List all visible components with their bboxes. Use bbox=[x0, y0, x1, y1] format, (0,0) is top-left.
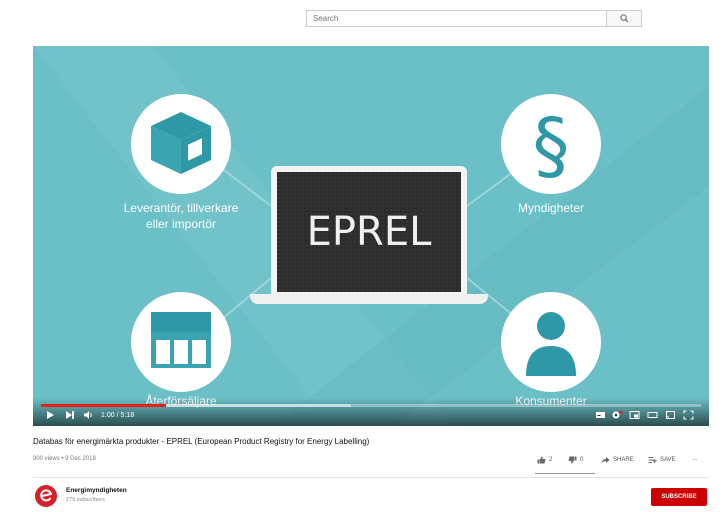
channel-name[interactable]: Energimyndigheten bbox=[66, 487, 127, 494]
time-display: 1:00 / 5:18 bbox=[101, 411, 135, 419]
next-button[interactable] bbox=[65, 408, 75, 422]
supplier-icon bbox=[131, 94, 231, 194]
save-button[interactable]: SAVE bbox=[648, 456, 676, 464]
miniplayer-icon bbox=[629, 411, 640, 419]
share-button[interactable]: SHARE bbox=[601, 456, 634, 464]
search-icon bbox=[619, 14, 628, 23]
energimyndigheten-logo-icon bbox=[40, 489, 53, 502]
theater-icon bbox=[647, 412, 658, 418]
paragraph-icon: § bbox=[501, 94, 601, 194]
laptop-display: EPREL bbox=[277, 172, 461, 292]
divider bbox=[33, 477, 709, 478]
like-ratio-bar bbox=[535, 473, 595, 474]
play-icon bbox=[47, 411, 54, 419]
video-title: Databas för energimärkta produkter - EPR… bbox=[33, 437, 370, 446]
dislike-button[interactable]: 0 bbox=[568, 456, 583, 464]
progress-bar[interactable] bbox=[41, 404, 701, 407]
store-icon bbox=[131, 292, 231, 392]
cast-icon bbox=[666, 411, 675, 419]
share-icon bbox=[601, 457, 610, 464]
subscribe-button[interactable]: SUBSCRIBE bbox=[651, 488, 707, 506]
cast-button[interactable] bbox=[665, 408, 676, 422]
more-icon: ... bbox=[692, 456, 698, 462]
volume-icon bbox=[84, 411, 92, 419]
thumbs-down-icon bbox=[568, 456, 577, 464]
video-player[interactable]: § Leverantör, tillverkare eller importör… bbox=[33, 46, 709, 426]
subscriber-count: 279 subscribers bbox=[66, 497, 105, 503]
theater-mode-button[interactable] bbox=[647, 408, 658, 422]
more-actions-button[interactable]: ... bbox=[692, 456, 697, 462]
video-meta: 900 views • 9 Dec 2018 bbox=[33, 456, 96, 462]
laptop-screen: EPREL bbox=[271, 166, 467, 294]
play-button[interactable] bbox=[45, 408, 55, 422]
eprel-text: EPREL bbox=[306, 209, 432, 255]
authorities-label: Myndigheter bbox=[517, 201, 585, 215]
fullscreen-icon bbox=[683, 410, 694, 420]
settings-button[interactable] bbox=[611, 408, 623, 422]
top-bar bbox=[0, 0, 723, 38]
gear-icon bbox=[612, 411, 623, 419]
progress-played bbox=[41, 404, 167, 407]
thumbs-up-icon bbox=[537, 456, 546, 464]
like-button[interactable]: 2 bbox=[537, 456, 552, 464]
search-button[interactable] bbox=[607, 10, 642, 27]
search-input[interactable] bbox=[306, 10, 607, 27]
player-controls bbox=[33, 398, 709, 426]
svg-text:§: § bbox=[533, 103, 570, 189]
like-count: 2 bbox=[549, 457, 553, 463]
dislike-count: 0 bbox=[580, 457, 584, 463]
next-icon bbox=[66, 411, 74, 419]
save-label: SAVE bbox=[660, 457, 676, 463]
fullscreen-button[interactable] bbox=[683, 408, 694, 422]
laptop-base bbox=[250, 294, 488, 304]
person-icon bbox=[501, 292, 601, 392]
volume-button[interactable] bbox=[83, 408, 94, 422]
playlist-add-icon bbox=[648, 457, 657, 463]
subtitles-button[interactable] bbox=[595, 408, 606, 422]
channel-avatar[interactable] bbox=[35, 485, 57, 507]
miniplayer-button[interactable] bbox=[629, 408, 640, 422]
supplier-label: Leverantör, tillverkare eller importör bbox=[123, 201, 239, 231]
subtitles-icon bbox=[596, 412, 605, 418]
share-label: SHARE bbox=[613, 457, 634, 463]
